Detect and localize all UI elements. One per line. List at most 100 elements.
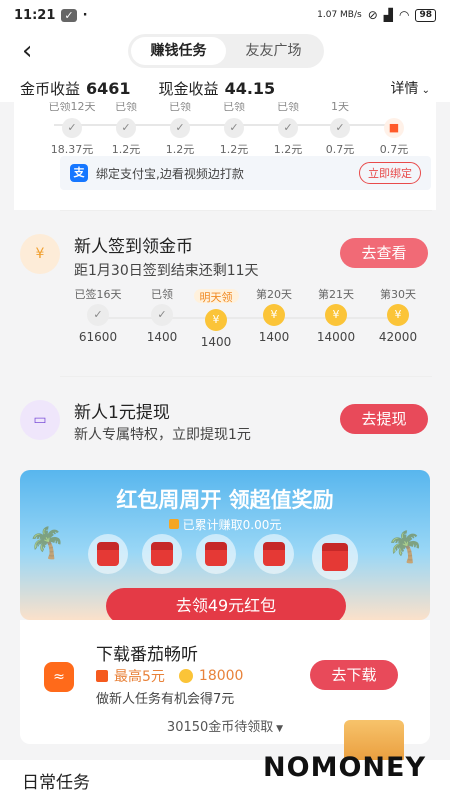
signin-day: 已领 ✓ 1400 [132,286,192,344]
cash-earnings-label: 现金收益 [158,79,219,98]
check-icon: ✓ [62,118,82,138]
banner-title: 红包周周开 领超值奖励 [116,488,334,512]
view-button[interactable]: 去查看 [340,238,428,268]
download-rewards: 最高5元 18000 [96,666,243,686]
check-icon: ✓ [278,118,298,138]
coin-icon: ¥ [325,304,347,326]
check-icon: ✓ [170,118,190,138]
coin-bag-icon: ¥ [20,234,60,274]
max-reward: 最高5元 [114,669,165,685]
download-desc: 做新人任务有机会得7元 [96,692,235,707]
tab-earn-tasks[interactable]: 赚钱任务 [131,37,226,65]
progress-node: ■ 0.7元 [364,102,424,157]
progress-amount: 1.2元 [273,143,303,156]
pending-coins-text: 30150金币待领取 [166,720,274,735]
day-amount: 1400 [258,330,290,344]
signin-title: 新人签到领金币 [74,237,193,257]
signin-day: 第21天 ¥14000 [306,286,366,344]
day-label: 已领 [151,288,173,301]
download-button[interactable]: 去下载 [310,660,398,690]
red-envelope-icon[interactable] [142,534,182,574]
coin-icon [178,669,193,683]
progress-node: 已领 ✓ 1.2元 [204,102,264,157]
day-amount: 1400 [200,335,232,349]
mute-icon: ⊘ [367,8,378,22]
progress-amount: 1.2元 [165,143,195,156]
banner-sub-text: 已累计赚取0.00元 [182,518,282,532]
progress-node: 1天 ✓ 0.7元 [310,102,370,157]
day-amount: 1400 [146,330,178,344]
caret-down-icon: ▼ [273,724,284,734]
battery-icon: 98 [415,8,436,22]
progress-status [364,102,424,115]
signal-icon: ▟ [383,8,393,22]
tab-switcher: 赚钱任务 友友广场 [128,34,324,68]
progress-node: 已领 ✓ 1.2元 [150,102,210,157]
gift-icon: ■ [384,118,404,138]
alipay-icon: 支 [70,164,88,182]
progress-amount: 1.2元 [219,143,249,156]
coin-earnings-label: 金币收益 [20,79,81,98]
day-label: 已签16天 [74,288,122,301]
check-icon: ✓ [224,118,244,138]
signin-day: 第20天 ¥1400 [244,286,304,344]
details-label: 详情 [390,81,419,97]
day-amount: 42000 [378,330,418,344]
red-envelope-icon[interactable] [312,534,358,580]
alipay-bind-bar[interactable]: 支 绑定支付宝,边看视频边打款 立即绑定 [60,156,431,190]
check-icon: ✓ [87,304,109,326]
progress-status: 已领12天 [48,102,96,113]
signin-day: 已签16天 ✓ 61600 [68,286,128,344]
divider [60,376,432,377]
wrench-icon: ✓ [61,8,77,22]
bind-now-button[interactable]: 立即绑定 [359,162,421,184]
watermark-logo: NOMONEY [263,752,426,783]
download-title: 下载番茄畅听 [96,645,198,665]
check-icon: ✓ [330,118,350,138]
tomato-listen-app-icon: ≈ [44,662,74,692]
progress-amount: 0.7元 [379,143,409,156]
claim-red-packet-button[interactable]: 去领49元红包 [106,588,346,620]
coin-reward: 18000 [198,668,244,684]
day-label: 第20天 [256,288,292,301]
divider [60,210,432,211]
red-envelope-icon[interactable] [254,534,294,574]
back-icon[interactable]: ‹ [22,38,32,64]
progress-node: 已领 ✓ 1.2元 [96,102,156,157]
earnings-bar: 金币收益 6461 现金收益 44.15 详情 ⌄ [0,74,450,102]
progress-amount: 1.2元 [111,143,141,156]
chevron-down-icon: ⌄ [418,85,430,96]
progress-status: 已领 [223,102,245,113]
withdraw-title: 新人1元提现 [74,403,170,423]
progress-status: 已领 [277,102,299,113]
wifi-icon: ◠ [398,8,410,22]
signin-day: 明天领 ¥1400 [186,286,246,349]
withdraw-subtitle: 新人专属特权，立即提现1元 [74,427,251,443]
alipay-text: 绑定支付宝,边看视频边打款 [96,166,244,181]
tab-friends-square[interactable]: 友友广场 [226,37,321,65]
net-speed: 1.07 MB/s [317,10,362,20]
details-link[interactable]: 详情 ⌄ [390,78,430,98]
day-label: 第30天 [380,288,416,301]
withdraw-task: ▭ 新人1元提现 新人专属特权，立即提现1元 去提现 [0,390,450,460]
signin-subtitle: 距1月30日签到结束还剩11天 [74,263,259,279]
day-amount: 14000 [316,330,356,344]
withdraw-progress: 已领12天 ✓ 18.37元 已领 ✓ 1.2元 已领 ✓ 1.2元 已领 ✓ 1.2元 已领 ✓ 1.2元… [28,102,422,160]
signin-days: 已签16天 ✓ 61600 已领 ✓ 1400 明天领 ¥1400 第20天 ¥1400 第21天 ¥… [60,286,440,352]
red-envelope-icon[interactable] [196,534,236,574]
wallet-icon: ▭ [20,400,60,440]
top-header: ‹ 赚钱任务 友友广场 [0,30,450,74]
red-envelope-icon[interactable] [88,534,128,574]
progress-node: 已领 ✓ 1.2元 [258,102,318,157]
coin-icon: ¥ [263,304,285,326]
check-icon: ✓ [116,118,136,138]
daily-tasks-title: 日常任务 [22,773,90,793]
day-amount: 61600 [78,330,118,344]
status-bar: 11:21 ✓ · 1.07 MB/s ⊘ ▟ ◠ 98 [0,0,450,30]
progress-amount: 18.37元 [50,143,94,156]
withdraw-button[interactable]: 去提现 [340,404,428,434]
red-packet-banner[interactable]: 🌴 🌴 红包周周开 领超值奖励 已累计赚取0.00元 去领49元红包 [20,470,430,620]
progress-status: 已领 [169,102,191,113]
check-icon: ✓ [151,304,173,326]
signin-day: 第30天 ¥42000 [368,286,428,344]
